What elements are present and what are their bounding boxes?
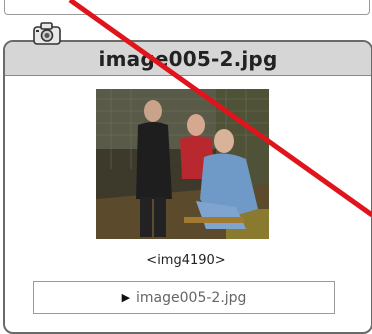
previous-panel-edge bbox=[4, 0, 370, 15]
open-file-button[interactable]: ▶ image005-2.jpg bbox=[33, 281, 335, 314]
photo-thumbnail[interactable] bbox=[96, 89, 269, 239]
panel-header: image005-2.jpg bbox=[5, 42, 371, 76]
file-button-label: image005-2.jpg bbox=[136, 289, 247, 306]
camera-icon bbox=[33, 22, 61, 45]
image-caption: <img4190> bbox=[146, 253, 226, 268]
play-arrow-icon: ▶ bbox=[121, 291, 131, 304]
panel-title: image005-2.jpg bbox=[98, 46, 278, 71]
